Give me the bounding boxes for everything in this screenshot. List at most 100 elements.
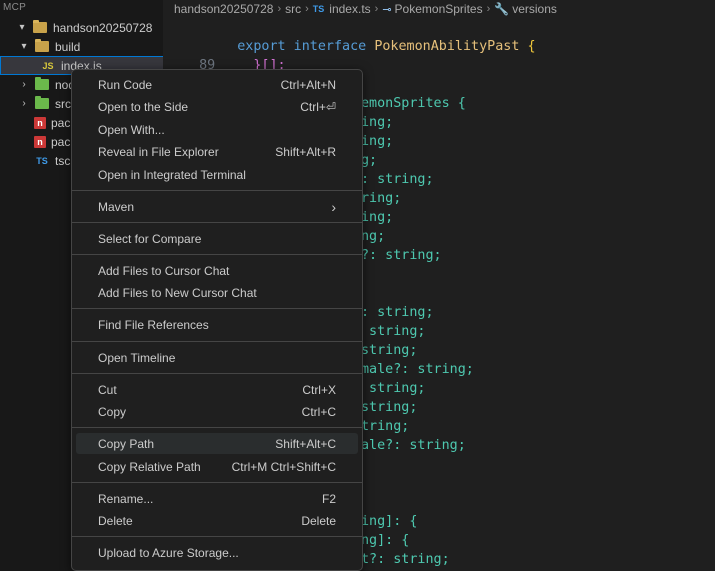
menu-separator	[72, 482, 362, 483]
menu-separator	[72, 341, 362, 342]
code-fragment: male?: string;	[361, 362, 474, 377]
folder-open-icon	[32, 20, 48, 35]
menu-item-upload-to-azure-storage[interactable]: Upload to Azure Storage...	[76, 542, 358, 563]
symbol-interface-icon: ⊸	[382, 3, 392, 16]
code-fragment: ing;	[361, 115, 394, 130]
menu-item-label: Add Files to Cursor Chat	[98, 263, 230, 278]
chevron-right-icon: ›	[331, 198, 336, 215]
menu-item-open-to-side[interactable]: Open to the Side Ctrl+⏎	[76, 96, 358, 117]
chevron-right-icon: ›	[22, 79, 26, 90]
tree-item-build-folder[interactable]: ▾ build	[0, 37, 163, 56]
npm-icon: n	[34, 116, 46, 129]
breadcrumb-item-src[interactable]: src	[285, 2, 301, 16]
menu-separator	[72, 427, 362, 428]
chevron-right-icon: ›	[22, 98, 26, 109]
tree-item-label: pac	[51, 134, 71, 149]
code-fragment: t?: string;	[361, 552, 450, 567]
menu-item-rename[interactable]: Rename... F2	[76, 488, 358, 509]
menu-item-open-in-terminal[interactable]: Open in Integrated Terminal	[76, 164, 358, 185]
context-menu: Run Code Ctrl+Alt+N Open to the Side Ctr…	[71, 69, 363, 571]
menu-item-add-files-to-cursor-chat[interactable]: Add Files to Cursor Chat	[76, 260, 358, 281]
code-fragment: : string;	[361, 305, 434, 320]
code-line: 89 }[];	[163, 37, 286, 73]
menu-item-label: Reveal in File Explorer	[98, 144, 219, 159]
code-fragment: ring;	[361, 191, 402, 206]
explorer-section-title[interactable]: MCP	[3, 2, 26, 13]
chevron-down-icon: ▾	[21, 41, 27, 52]
menu-item-label: Copy	[98, 404, 127, 419]
menu-item-label: Find File References	[98, 317, 209, 332]
menu-item-label: Copy Path	[98, 436, 155, 451]
menu-item-shortcut: Ctrl+C	[301, 404, 336, 419]
menu-item-open-with[interactable]: Open With...	[76, 119, 358, 140]
node-modules-folder-icon	[34, 77, 50, 92]
code-fragment: g;	[361, 153, 378, 168]
menu-item-label: Add Files to New Cursor Chat	[98, 285, 257, 300]
menu-item-shortcut: Delete	[301, 513, 336, 528]
menu-item-select-for-compare[interactable]: Select for Compare	[76, 228, 358, 249]
breadcrumb-item-file[interactable]: index.ts	[329, 2, 370, 16]
code-fragment: ?: string;	[361, 248, 442, 263]
menu-item-shortcut: Shift+Alt+R	[275, 144, 336, 159]
menu-item-label: Open Timeline	[98, 350, 176, 365]
code-fragment: ing;	[361, 134, 394, 149]
menu-item-reveal-in-file-explorer[interactable]: Reveal in File Explorer Shift+Alt+R	[76, 141, 358, 162]
menu-separator	[72, 536, 362, 537]
tree-item-label: handson20250728	[53, 20, 153, 35]
breadcrumb-separator: ›	[305, 3, 309, 15]
menu-item-add-files-to-new-cursor-chat[interactable]: Add Files to New Cursor Chat	[76, 282, 358, 303]
menu-item-shortcut: Ctrl+X	[302, 382, 336, 397]
breadcrumb: handson20250728 › src › TS index.ts › ⊸ …	[163, 0, 715, 18]
menu-separator	[72, 254, 362, 255]
menu-item-label: Select for Compare	[98, 231, 202, 246]
menu-item-delete[interactable]: Delete Delete	[76, 510, 358, 531]
wrench-icon: 🔧	[494, 2, 510, 16]
code-fragment: string;	[361, 400, 418, 415]
menu-item-label: Cut	[98, 382, 117, 397]
npm-icon: n	[34, 135, 46, 148]
menu-item-label: Copy Relative Path	[98, 459, 201, 474]
code-brace: {	[527, 39, 536, 54]
code-fragment: string;	[361, 324, 426, 339]
menu-item-copy[interactable]: Copy Ctrl+C	[76, 401, 358, 422]
breadcrumb-separator: ›	[486, 3, 491, 15]
menu-item-shortcut: Ctrl+Alt+N	[280, 77, 336, 92]
code-fragment: ing]: {	[361, 514, 418, 529]
menu-separator	[72, 190, 362, 191]
code-type-name: PokemonAbilityPast	[374, 39, 528, 54]
menu-item-label: Upload to Azure Storage...	[98, 545, 239, 560]
menu-item-maven[interactable]: Maven ›	[76, 196, 358, 217]
menu-item-find-file-references[interactable]: Find File References	[76, 314, 358, 335]
breadcrumb-item-symbol[interactable]: PokemonSprites	[395, 2, 483, 16]
breadcrumb-separator: ›	[374, 3, 379, 15]
menu-item-label: Open to the Side	[98, 99, 189, 114]
code-fragment: tring;	[361, 419, 410, 434]
ts-file-icon: TS	[312, 4, 325, 14]
menu-item-copy-relative-path[interactable]: Copy Relative Path Ctrl+M Ctrl+Shift+C	[76, 456, 358, 477]
breadcrumb-item-property[interactable]: versions	[512, 2, 557, 16]
code-fragment: string;	[361, 343, 418, 358]
breadcrumb-item-project[interactable]: handson20250728	[174, 2, 273, 16]
chevron-down-icon: ▾	[19, 22, 25, 33]
tree-item-label: pac	[51, 115, 71, 130]
menu-separator	[72, 373, 362, 374]
code-fragment: emonSprites {	[361, 96, 466, 111]
code-fragment: ng]: {	[361, 533, 410, 548]
menu-item-copy-path[interactable]: Copy Path Shift+Alt+C	[76, 433, 358, 454]
js-file-icon: JS	[42, 60, 54, 71]
tree-item-label: tsc	[55, 153, 71, 168]
menu-separator	[72, 308, 362, 309]
menu-item-open-timeline[interactable]: Open Timeline	[76, 347, 358, 368]
code-line: export interface PokemonAbilityPast {	[163, 18, 535, 54]
src-folder-icon	[34, 96, 50, 111]
menu-item-cut[interactable]: Cut Ctrl+X	[76, 379, 358, 400]
ts-file-icon: TS	[36, 155, 48, 166]
menu-item-label: Rename...	[98, 491, 154, 506]
menu-item-shortcut: Shift+Alt+C	[275, 436, 336, 451]
menu-item-run-code[interactable]: Run Code Ctrl+Alt+N	[76, 74, 358, 95]
code-fragment: ale?: string;	[361, 438, 466, 453]
menu-item-label: Open With...	[98, 122, 165, 137]
tree-item-project-root[interactable]: ▾ handson20250728	[0, 18, 163, 37]
code-fragment: ng;	[361, 229, 386, 244]
code-fragment: : string;	[361, 172, 434, 187]
